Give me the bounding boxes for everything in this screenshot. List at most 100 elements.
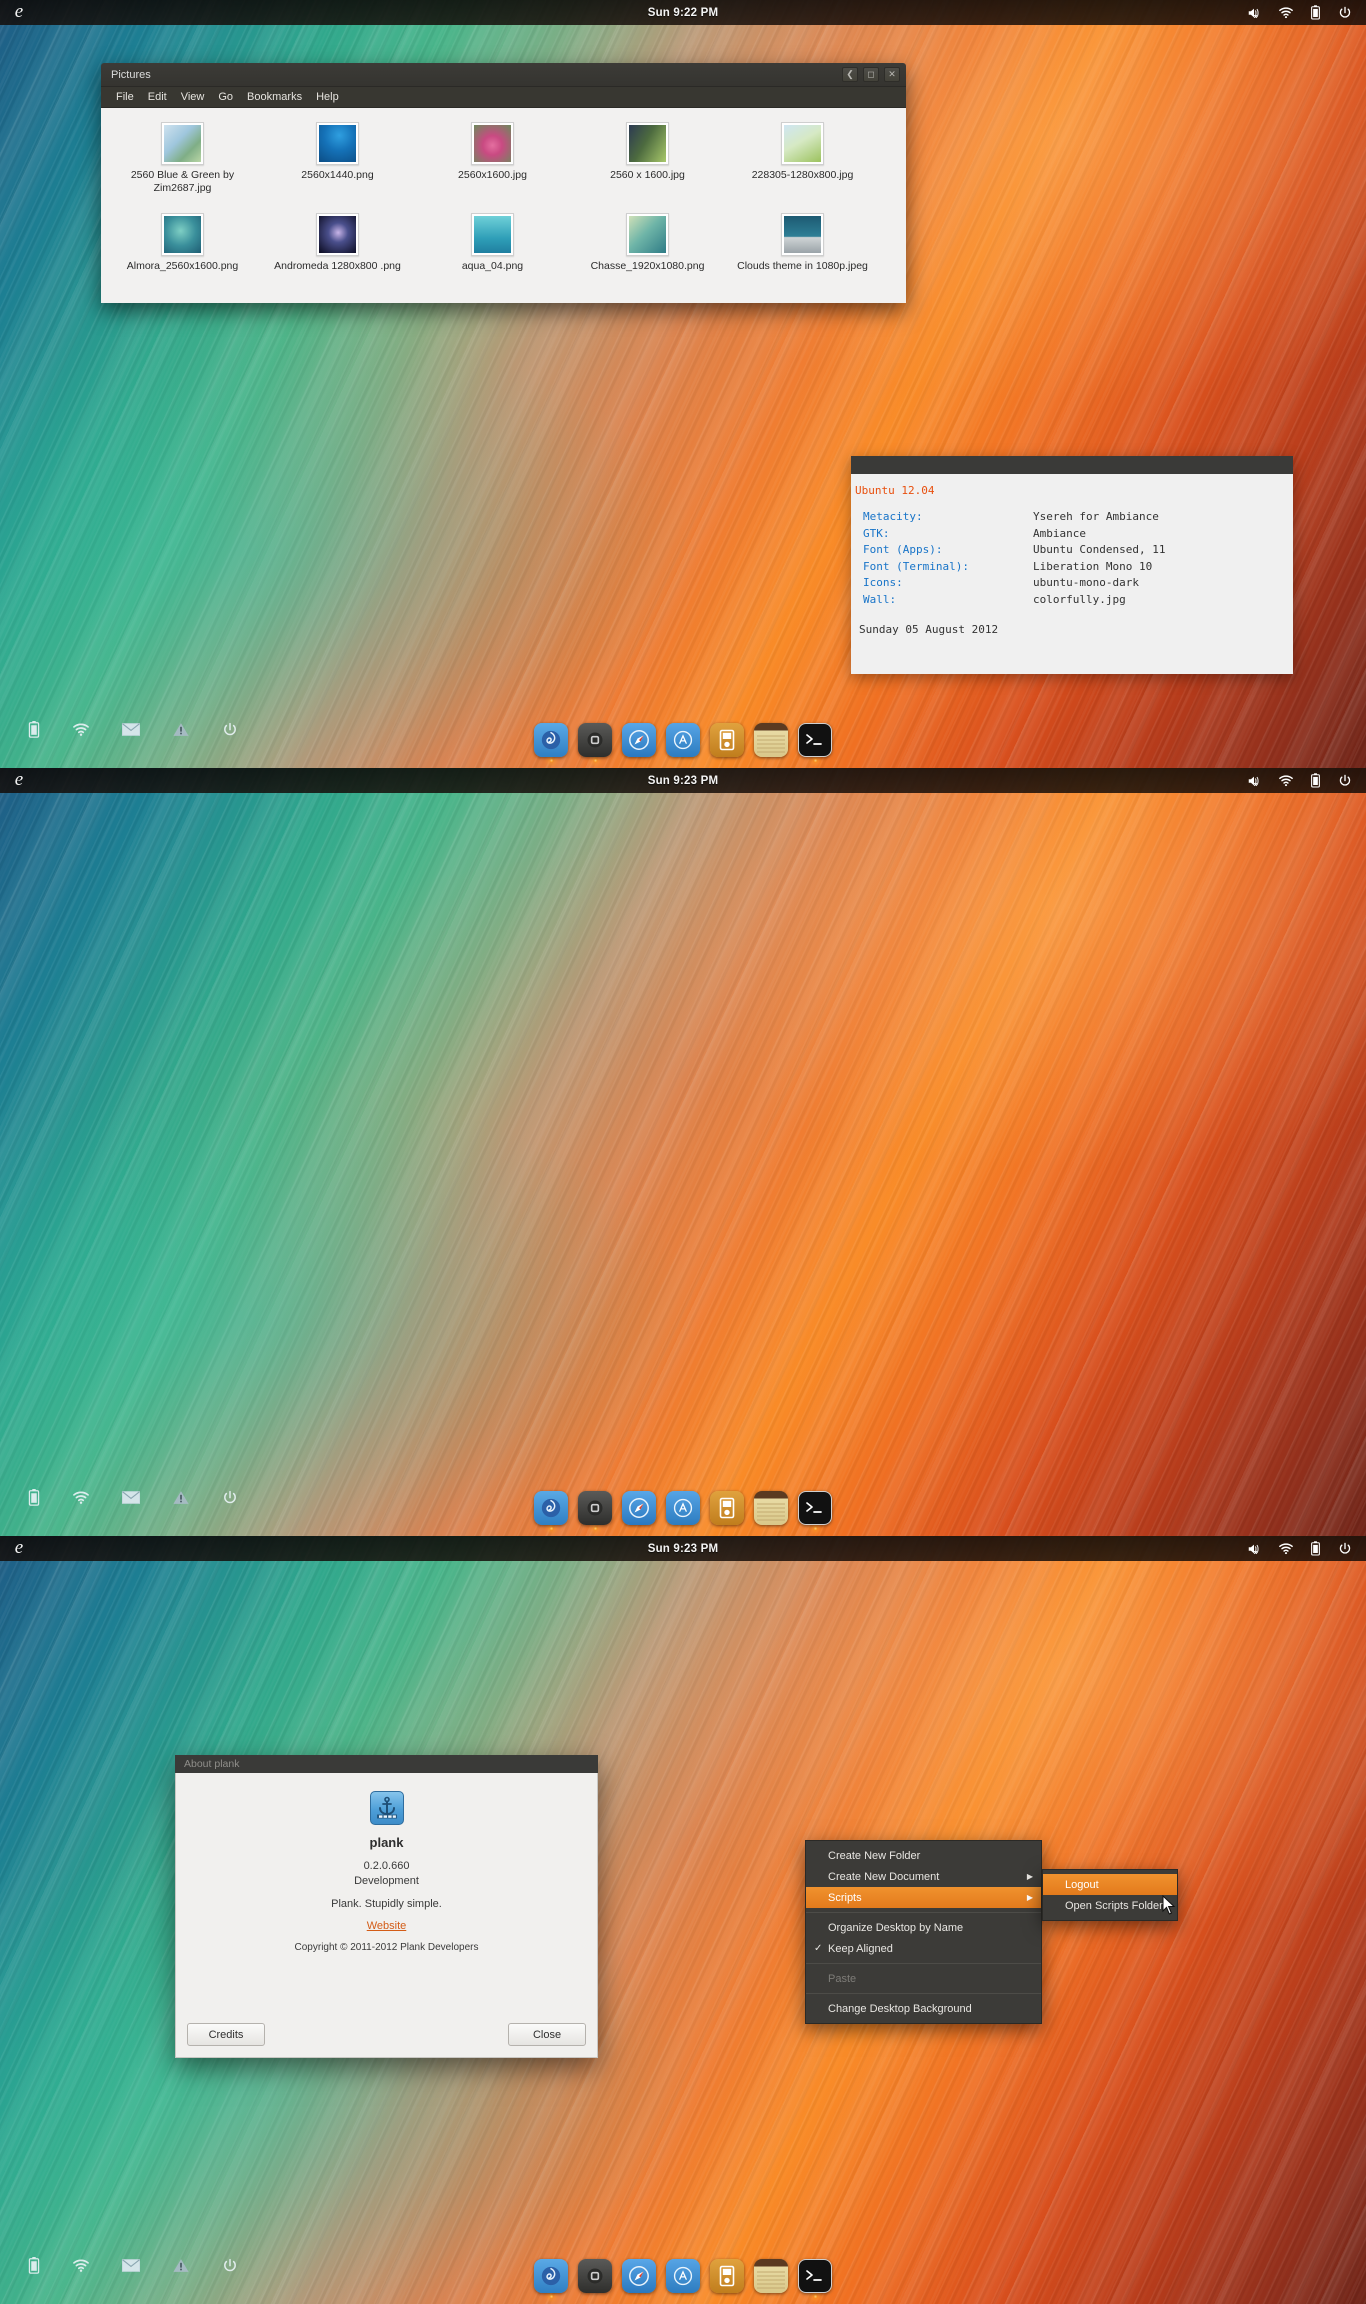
battery-icon[interactable] (1311, 773, 1320, 788)
dock-item-midori[interactable] (534, 1491, 568, 1532)
file-list-view[interactable]: 2560 Blue & Green by Zim2687.jpg 2560x14… (101, 108, 906, 303)
top-panel[interactable]: e Sun 9:22 PM (0, 0, 1366, 25)
dock-item-terminal[interactable] (798, 1491, 832, 1532)
dock-item-terminal[interactable] (798, 723, 832, 764)
wifi-icon[interactable] (73, 723, 89, 737)
compass-icon[interactable] (622, 1491, 656, 1525)
notes-icon[interactable] (754, 723, 788, 757)
dock-item-appcenter[interactable] (666, 723, 700, 764)
mail-icon[interactable] (122, 723, 140, 736)
mail-icon[interactable] (122, 1491, 140, 1504)
power-icon[interactable] (222, 1490, 238, 1506)
file-item[interactable]: Andromeda 1280x800 .png (260, 209, 415, 273)
menu-file[interactable]: File (109, 91, 141, 103)
desktop-context-menu[interactable]: Create New Folder Create New Document ▶ … (805, 1840, 1042, 2024)
submenu-item-logout[interactable]: Logout (1043, 1874, 1177, 1895)
close-icon[interactable]: ✕ (884, 67, 900, 82)
battery-icon[interactable] (28, 1489, 40, 1506)
power-icon[interactable] (222, 722, 238, 738)
appcenter-icon[interactable] (666, 723, 700, 757)
dock-item-notes[interactable] (754, 723, 788, 764)
file-item[interactable]: 228305-1280x800.jpg (725, 118, 880, 195)
file-item[interactable]: Chasse_1920x1080.png (570, 209, 725, 273)
dock-item-midori[interactable] (534, 2259, 568, 2300)
panel-clock[interactable]: Sun 9:22 PM (0, 7, 1366, 19)
dock-item-terminal[interactable] (798, 2259, 832, 2300)
plank-dock[interactable] (524, 1485, 842, 1536)
music-player-icon[interactable] (710, 2259, 744, 2293)
file-item[interactable]: Almora_2560x1600.png (105, 209, 260, 273)
switchboard-icon[interactable] (578, 723, 612, 757)
scripts-submenu[interactable]: Logout Open Scripts Folder (1042, 1869, 1178, 1921)
file-item[interactable]: aqua_04.png (415, 209, 570, 273)
top-panel[interactable]: e Sun 9:23 PM (0, 1536, 1366, 1561)
dock-item-browser[interactable] (622, 2259, 656, 2300)
terminal-icon[interactable] (798, 2259, 832, 2293)
dock-item-music[interactable] (710, 2259, 744, 2300)
maximize-icon[interactable]: ◻ (863, 67, 879, 82)
midori-icon[interactable] (534, 1491, 568, 1525)
notes-icon[interactable] (754, 2259, 788, 2293)
close-button[interactable]: Close (508, 2023, 586, 2046)
elementary-logo-icon[interactable]: e (0, 2, 38, 23)
dock-item-notes[interactable] (754, 1491, 788, 1532)
midori-icon[interactable] (534, 2259, 568, 2293)
music-player-icon[interactable] (710, 1491, 744, 1525)
terminal-icon[interactable] (798, 723, 832, 757)
window-titlebar[interactable]: Pictures ❮ ◻ ✕ (101, 63, 906, 87)
menu-item-keep-aligned[interactable]: ✓ Keep Aligned (806, 1938, 1041, 1959)
battery-icon[interactable] (28, 721, 40, 738)
menu-bookmarks[interactable]: Bookmarks (240, 91, 309, 103)
warning-icon[interactable] (173, 2258, 189, 2273)
file-item[interactable]: Clouds theme in 1080p.jpeg (725, 209, 880, 273)
menu-item-create-new-document[interactable]: Create New Document ▶ (806, 1866, 1041, 1887)
wifi-icon[interactable] (1279, 1542, 1293, 1555)
dock-item-appcenter[interactable] (666, 1491, 700, 1532)
file-item[interactable]: 2560x1440.png (260, 118, 415, 195)
music-player-icon[interactable] (710, 723, 744, 757)
file-item[interactable]: 2560 Blue & Green by Zim2687.jpg (105, 118, 260, 195)
dock-item-browser[interactable] (622, 1491, 656, 1532)
menu-item-create-new-folder[interactable]: Create New Folder (806, 1845, 1041, 1866)
mail-icon[interactable] (122, 2259, 140, 2272)
file-item[interactable]: 2560 x 1600.jpg (570, 118, 725, 195)
menu-item-scripts[interactable]: Scripts ▶ (806, 1887, 1041, 1908)
wifi-icon[interactable] (73, 1491, 89, 1505)
wifi-icon[interactable] (73, 2259, 89, 2273)
dock-item-switchboard[interactable] (578, 2259, 612, 2300)
plank-dock[interactable] (524, 2253, 842, 2304)
top-panel[interactable]: e Sun 9:23 PM (0, 768, 1366, 793)
battery-icon[interactable] (28, 2257, 40, 2274)
compass-icon[interactable] (622, 2259, 656, 2293)
file-manager-window[interactable]: Pictures ❮ ◻ ✕ File Edit View Go Bookmar… (101, 63, 906, 303)
dock-item-music[interactable] (710, 723, 744, 764)
battery-icon[interactable] (1311, 5, 1320, 20)
midori-icon[interactable] (534, 723, 568, 757)
menu-view[interactable]: View (174, 91, 212, 103)
volume-muted-icon[interactable] (1247, 774, 1261, 788)
power-icon[interactable] (1338, 6, 1352, 20)
compass-icon[interactable] (622, 723, 656, 757)
wifi-icon[interactable] (1279, 774, 1293, 787)
menu-help[interactable]: Help (309, 91, 346, 103)
panel-clock[interactable]: Sun 9:23 PM (0, 1543, 1366, 1555)
terminal-icon[interactable] (798, 1491, 832, 1525)
power-icon[interactable] (1338, 774, 1352, 788)
dock-item-switchboard[interactable] (578, 723, 612, 764)
volume-muted-icon[interactable] (1247, 1542, 1261, 1556)
menu-go[interactable]: Go (211, 91, 240, 103)
minimize-icon[interactable]: ❮ (842, 67, 858, 82)
file-item[interactable]: 2560x1600.jpg (415, 118, 570, 195)
menu-edit[interactable]: Edit (141, 91, 174, 103)
menu-item-change-desktop-background[interactable]: Change Desktop Background (806, 1998, 1041, 2019)
dock-item-appcenter[interactable] (666, 2259, 700, 2300)
credits-button[interactable]: Credits (187, 2023, 265, 2046)
warning-icon[interactable] (173, 722, 189, 737)
panel-clock[interactable]: Sun 9:23 PM (0, 775, 1366, 787)
elementary-logo-icon[interactable]: e (0, 1538, 38, 1559)
appcenter-icon[interactable] (666, 2259, 700, 2293)
appcenter-icon[interactable] (666, 1491, 700, 1525)
submenu-item-open-scripts-folder[interactable]: Open Scripts Folder (1043, 1895, 1177, 1916)
website-link[interactable]: Website (367, 1920, 407, 1932)
volume-muted-icon[interactable] (1247, 6, 1261, 20)
